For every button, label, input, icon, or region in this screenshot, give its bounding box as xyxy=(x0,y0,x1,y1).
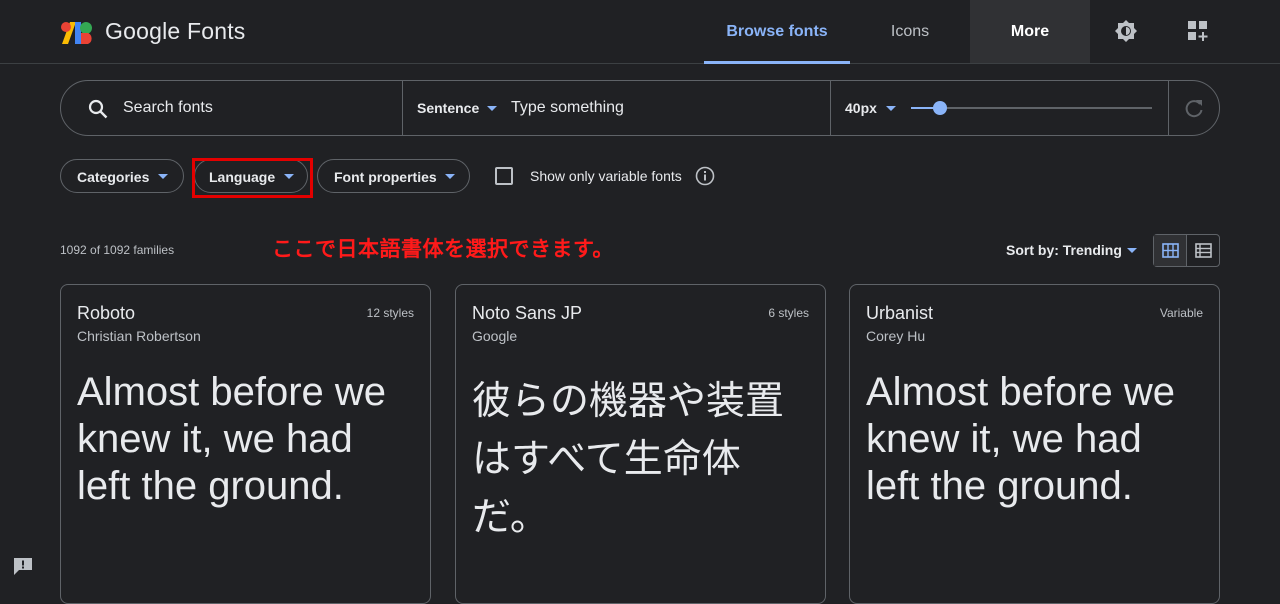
app-title[interactable]: Google Fonts xyxy=(105,18,245,45)
results-count: 1092 of 1092 families xyxy=(60,243,175,257)
sample-line: left the ground. xyxy=(77,464,344,508)
font-sample-text: 彼らの機器や装置 はすべて生命体 だ。 xyxy=(472,373,817,547)
sample-line: Almost before we xyxy=(866,370,1176,414)
sample-line: だ。 xyxy=(472,496,549,539)
feedback-icon[interactable] xyxy=(12,556,34,576)
search-icon xyxy=(88,99,108,119)
sample-line: 彼らの機器や装置 xyxy=(472,380,785,423)
tab-browse-fonts[interactable]: Browse fonts xyxy=(704,0,850,64)
divider xyxy=(1168,81,1169,135)
font-properties-filter-button[interactable]: Font properties xyxy=(317,159,470,193)
grid-view-icon xyxy=(1162,243,1179,258)
font-sample-text: Almost before we knew it, we had left th… xyxy=(77,369,422,510)
chip-label: Font properties xyxy=(334,169,437,185)
font-author: Christian Robertson xyxy=(77,328,201,344)
tab-more[interactable]: More xyxy=(970,0,1090,63)
chip-label: Categories xyxy=(77,169,150,185)
font-styles-count: 6 styles xyxy=(768,306,809,320)
font-name: Roboto xyxy=(77,303,136,323)
font-card-urbanist[interactable]: Urbanist Corey Hu Variable Almost before… xyxy=(849,284,1220,604)
sample-line: left the ground. xyxy=(866,464,1133,508)
grid-view-button[interactable] xyxy=(1154,235,1187,266)
search-toolbar: Sentence 40px xyxy=(60,80,1220,136)
divider xyxy=(830,81,831,135)
variable-fonts-label[interactable]: Show only variable fonts xyxy=(530,168,682,184)
view-toggle xyxy=(1153,234,1220,267)
chevron-down-icon[interactable] xyxy=(886,106,896,111)
info-icon[interactable] xyxy=(695,166,715,186)
chevron-down-icon[interactable] xyxy=(487,106,497,111)
font-styles-count: 12 styles xyxy=(366,306,414,320)
annotation-text: ここで日本語書体を選択できます。 xyxy=(272,238,614,261)
search-input[interactable] xyxy=(123,95,393,121)
top-app-bar: Google Fonts Browse fonts Icons More xyxy=(0,0,1280,64)
slider-thumb[interactable] xyxy=(932,101,947,115)
variable-fonts-checkbox[interactable] xyxy=(495,167,513,185)
google-fonts-logo-icon[interactable] xyxy=(60,18,94,46)
chevron-down-icon xyxy=(158,174,168,179)
font-card-noto-sans-jp[interactable]: Noto Sans JP Google 6 styles 彼らの機器や装置 はす… xyxy=(455,284,826,604)
divider xyxy=(402,81,403,135)
font-size-slider[interactable] xyxy=(911,101,1152,115)
preview-mode-dropdown[interactable]: Sentence xyxy=(417,100,479,116)
font-author: Google xyxy=(472,328,518,344)
preview-text-input[interactable] xyxy=(511,95,821,121)
font-name: Urbanist xyxy=(866,303,934,323)
theme-brightness-icon[interactable] xyxy=(1113,18,1139,44)
font-styles-count: Variable xyxy=(1159,306,1203,320)
list-view-button[interactable] xyxy=(1187,235,1219,266)
chevron-down-icon xyxy=(445,174,455,179)
annotation-highlight-box xyxy=(192,158,313,198)
font-size-dropdown[interactable]: 40px xyxy=(845,100,877,116)
sort-dropdown[interactable]: Sort by: Trending xyxy=(1006,242,1122,258)
categories-filter-button[interactable]: Categories xyxy=(60,159,184,193)
list-view-icon xyxy=(1195,243,1212,258)
font-sample-text: Almost before we knew it, we had left th… xyxy=(866,369,1211,510)
sample-line: knew it, we had xyxy=(866,417,1142,461)
chevron-down-icon[interactable] xyxy=(1127,248,1137,253)
font-name: Noto Sans JP xyxy=(472,303,583,323)
font-author: Corey Hu xyxy=(866,328,926,344)
sample-line: Almost before we xyxy=(77,370,387,414)
font-card-roboto[interactable]: Roboto Christian Robertson 12 styles Alm… xyxy=(60,284,431,604)
sample-line: knew it, we had xyxy=(77,417,353,461)
tab-icons[interactable]: Icons xyxy=(850,0,970,63)
reset-icon[interactable] xyxy=(1183,98,1205,120)
apps-grid-add-icon[interactable] xyxy=(1185,18,1211,44)
sample-line: はすべて生命体 xyxy=(472,438,741,481)
